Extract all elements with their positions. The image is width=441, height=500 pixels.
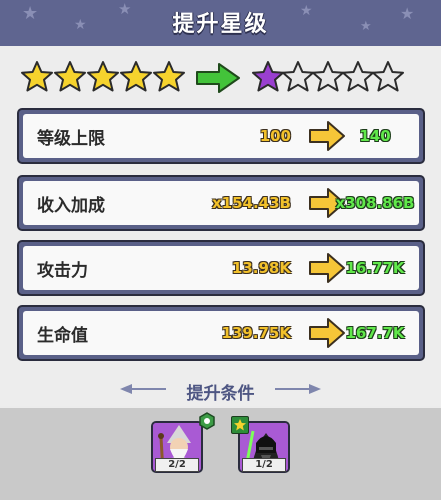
stat-next-value: 16.77K [345, 259, 405, 277]
stat-current-value: 100 [259, 127, 291, 145]
conditions-title: 提升条件 [186, 384, 255, 404]
current-star-icon [20, 60, 54, 94]
stat-label: 攻击力 [37, 260, 88, 281]
next-star-icon [251, 60, 285, 94]
upgrade-arrow-icon [195, 62, 241, 94]
right-ornament-icon [275, 384, 321, 394]
stat-label: 收入加成 [37, 195, 105, 216]
stat-current-value: 139.75K [221, 324, 291, 342]
current-star-icon [119, 60, 153, 94]
requirement-tray: 2/2 1/2 [0, 408, 441, 500]
stat-row: 攻击力 13.98K 16.77K [17, 240, 425, 296]
next-star-icon [371, 60, 405, 94]
next-star-icon [281, 60, 315, 94]
wizard-count: 2/2 [155, 458, 199, 472]
stat-row-inner: 攻击力 13.98K 16.77K [23, 246, 419, 290]
stat-row-inner: 生命值 139.75K 167.7K [23, 311, 419, 355]
current-star-icon [152, 60, 186, 94]
stat-row: 生命值 139.75K 167.7K [17, 305, 425, 361]
stat-label: 等级上限 [37, 128, 105, 149]
stat-next-value: x308.86B [335, 194, 415, 212]
stat-row: 等级上限 100 140 [17, 108, 425, 164]
stat-row-inner: 收入加成 x154.43B x308.86B [23, 181, 419, 225]
current-star-icon [86, 60, 120, 94]
dark-knight-count: 1/2 [242, 458, 286, 472]
conditions-header: 提升条件 [0, 376, 441, 406]
stat-row: 收入加成 x154.43B x308.86B [17, 175, 425, 231]
stat-label: 生命值 [37, 325, 88, 346]
star-progress-row [20, 60, 420, 100]
star-badge-icon [231, 416, 249, 434]
hexagon-icon [198, 412, 216, 430]
next-star-icon [311, 60, 345, 94]
stat-row-inner: 等级上限 100 140 [23, 114, 419, 158]
next-star-icon [341, 60, 375, 94]
header-bar: ★ ★ ★ ★ ★ ★ 提升星级 [0, 0, 441, 46]
page-title: 提升星级 [172, 12, 269, 37]
stat-next-value: 140 [359, 127, 391, 145]
stat-current-value: 13.98K [231, 259, 291, 277]
stat-current-value: x154.43B [212, 194, 291, 212]
stat-next-value: 167.7K [345, 324, 405, 342]
current-star-icon [53, 60, 87, 94]
